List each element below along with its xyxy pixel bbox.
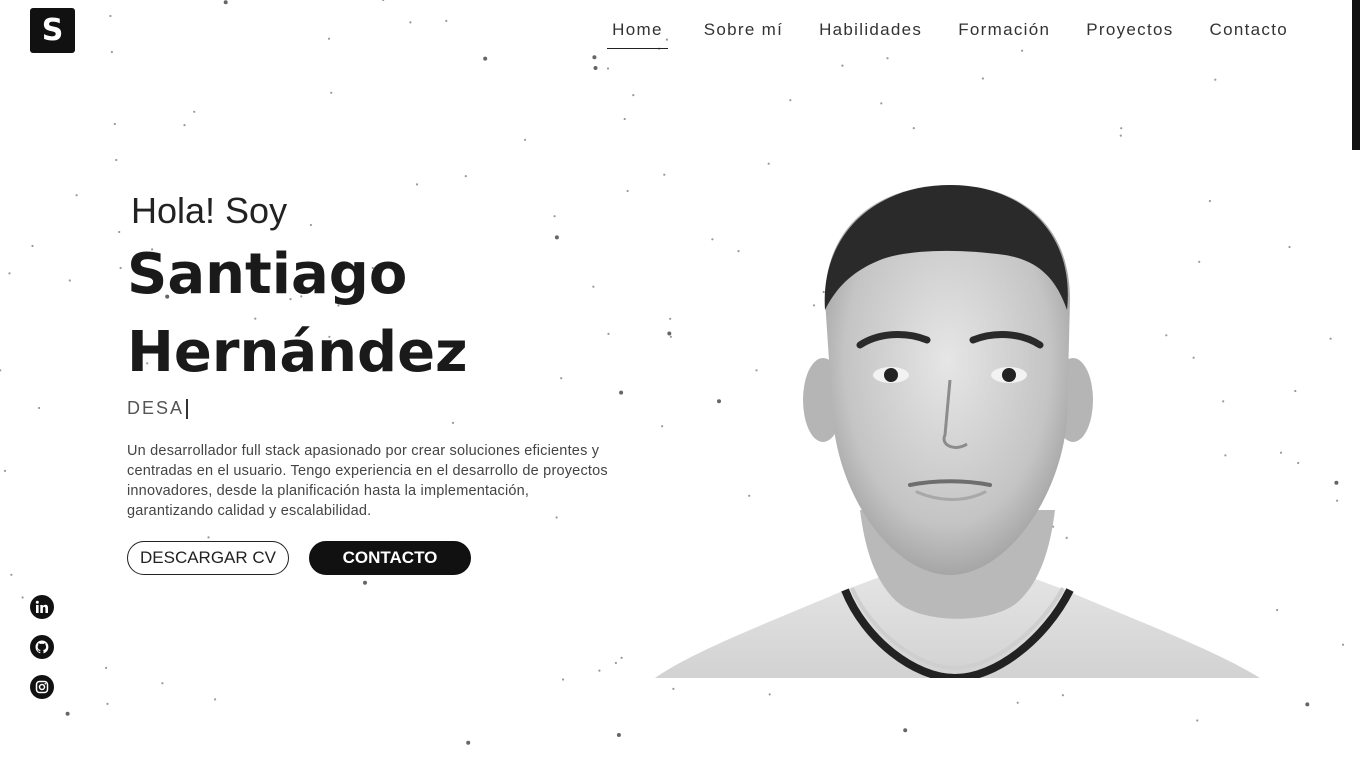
- particle-dot: [789, 99, 792, 102]
- particle-dot: [183, 124, 186, 127]
- particle-dot: [903, 728, 908, 733]
- particle-dot: [1214, 78, 1217, 81]
- particle-dot: [38, 406, 41, 410]
- particle-dot: [8, 272, 11, 275]
- particle-dot: [330, 91, 333, 94]
- particle-dot: [1329, 337, 1332, 340]
- particle-dot: [981, 77, 985, 80]
- particle-dot: [109, 14, 112, 18]
- particle-dot: [1021, 49, 1024, 52]
- particle-dot: [1341, 643, 1345, 646]
- particle-dot: [214, 698, 217, 701]
- last-name: Hernández: [127, 320, 468, 385]
- particle-dot: [464, 175, 467, 178]
- particle-dot: [1276, 608, 1279, 612]
- download-cv-button[interactable]: DESCARGAR CV: [127, 541, 289, 575]
- scrollbar-thumb[interactable]: [1352, 0, 1360, 150]
- contact-button[interactable]: CONTACTO: [309, 541, 471, 575]
- particle-dot: [105, 666, 108, 670]
- particle-dot: [1016, 701, 1019, 704]
- logo-letter: S: [41, 13, 64, 48]
- particle-dot: [65, 711, 70, 716]
- particle-dot: [598, 669, 601, 672]
- particle-dot: [663, 173, 666, 176]
- particle-dot: [106, 702, 109, 706]
- particle-dot: [1196, 719, 1199, 722]
- particle-dot: [161, 682, 164, 685]
- particle-dot: [445, 19, 448, 22]
- typed-role-text: DESA: [127, 398, 185, 418]
- particle-dot: [767, 162, 770, 165]
- particle-dot: [483, 56, 488, 61]
- particle-dot: [1294, 389, 1297, 393]
- nav-item-contacto[interactable]: Contacto: [1210, 18, 1288, 49]
- bio-paragraph: Un desarrollador full stack apasionado p…: [127, 443, 608, 519]
- particle-dot: [592, 55, 597, 60]
- particle-dot: [632, 94, 635, 97]
- particle-dot: [1061, 694, 1064, 697]
- particle-dot: [21, 596, 24, 599]
- particle-dot: [119, 266, 122, 270]
- particle-dot: [10, 573, 13, 576]
- particle-dot: [0, 369, 2, 372]
- particle-dot: [327, 37, 331, 40]
- particle-dot: [193, 110, 196, 113]
- particle-dot: [886, 57, 889, 60]
- nav-item-proyectos[interactable]: Proyectos: [1086, 18, 1173, 49]
- social-links: [30, 595, 54, 699]
- particle-dot: [524, 138, 527, 141]
- site-logo[interactable]: S: [30, 8, 75, 53]
- particle-dot: [880, 102, 883, 105]
- nav-item-sobre-mi[interactable]: Sobre mí: [704, 18, 783, 49]
- particle-dot: [31, 244, 34, 248]
- particle-dot: [75, 194, 78, 197]
- particle-dot: [1334, 480, 1339, 485]
- nav-item-formacion[interactable]: Formación: [958, 18, 1050, 49]
- particle-dot: [415, 183, 419, 186]
- particle-dot: [614, 661, 618, 665]
- linkedin-icon[interactable]: [30, 595, 54, 619]
- particle-dot: [1119, 134, 1122, 137]
- hero-name: Santiago Hernández: [127, 236, 627, 392]
- particle-dot: [223, 0, 228, 5]
- particle-dot: [593, 66, 598, 70]
- hero-buttons: DESCARGAR CV CONTACTO: [127, 541, 627, 575]
- particle-dot: [118, 230, 121, 234]
- main-nav: Home Sobre mí Habilidades Formación Proy…: [607, 18, 1288, 49]
- particle-dot: [672, 687, 675, 691]
- particle-dot: [620, 656, 623, 660]
- particle-dot: [113, 122, 116, 126]
- particle-dot: [623, 117, 626, 121]
- greeting-text: Hola! Soy: [131, 190, 288, 231]
- typing-caret: [186, 398, 188, 419]
- github-icon[interactable]: [30, 635, 54, 659]
- particle-dot: [110, 50, 113, 54]
- particle-dot: [1120, 127, 1123, 130]
- particle-dot: [1279, 451, 1283, 454]
- particle-dot: [1305, 702, 1310, 707]
- particle-dot: [466, 740, 471, 745]
- particle-dot: [382, 0, 385, 2]
- instagram-icon[interactable]: [30, 675, 54, 699]
- hero-section: Hola! Soy Santiago Hernández DESA Un des…: [127, 190, 627, 575]
- particle-dot: [562, 678, 565, 681]
- typed-role: DESA: [127, 398, 627, 419]
- particle-dot: [1297, 461, 1300, 465]
- portrait-image: [655, 185, 1260, 678]
- particle-dot: [912, 127, 915, 130]
- particle-dot: [68, 279, 71, 282]
- particle-dot: [841, 64, 844, 67]
- particle-dot: [409, 21, 412, 24]
- particle-dot: [1336, 499, 1339, 502]
- particle-dot: [3, 469, 7, 472]
- particle-dot: [768, 693, 771, 696]
- first-name: Santiago: [127, 242, 408, 307]
- nav-item-home[interactable]: Home: [607, 18, 668, 49]
- particle-dot: [1288, 245, 1291, 249]
- nav-item-habilidades[interactable]: Habilidades: [819, 18, 922, 49]
- particle-dot: [115, 158, 118, 162]
- particle-dot: [363, 580, 367, 585]
- particle-dot: [606, 67, 610, 70]
- particle-dot: [616, 733, 621, 737]
